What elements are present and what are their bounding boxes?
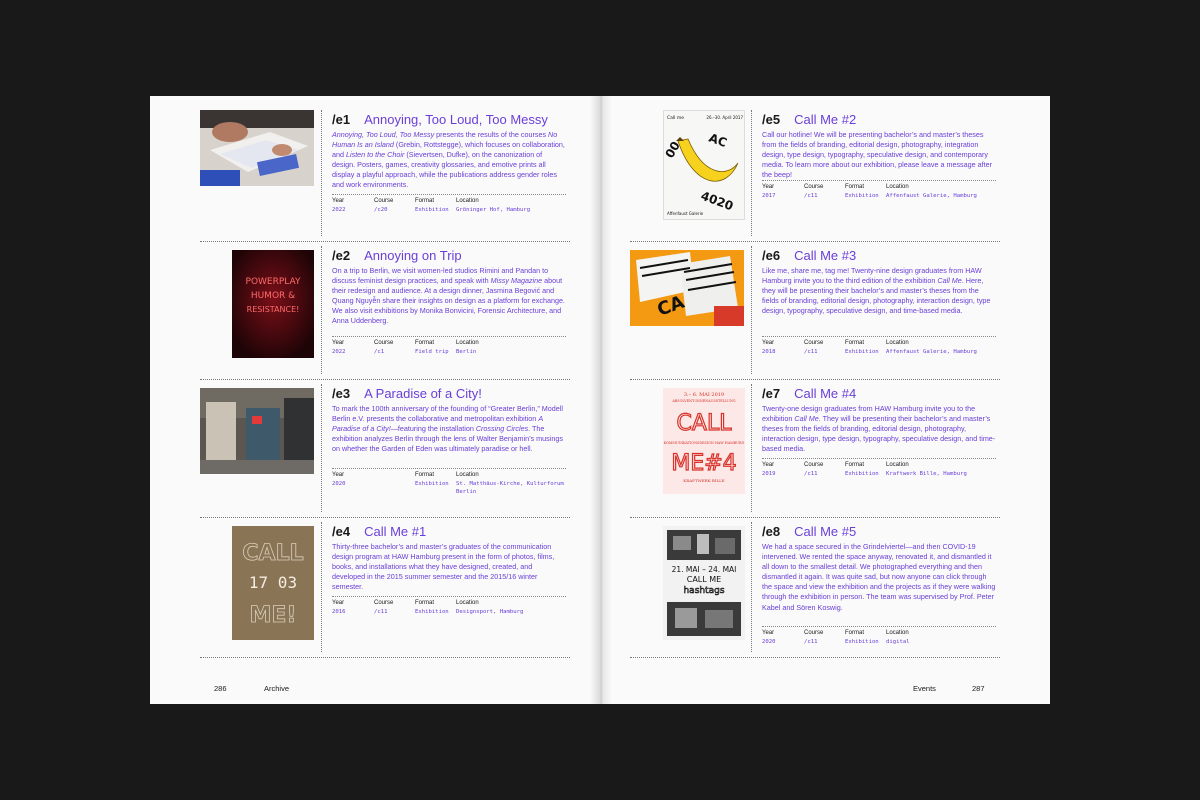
e2-body: On a trip to Berlin, we visit women-led …	[332, 266, 565, 326]
e5-poster-top: Call me	[667, 115, 684, 121]
entry-e4: CALL 17 03 ME! /e4 Call Me #1 Thirty-thre…	[200, 522, 570, 658]
e8-poster: 21. MAI – 24. MAI CALL ME hashtags	[663, 526, 745, 640]
e5-poster-footer: Affenfaust Galerie	[667, 211, 704, 216]
e6-title: /e6 Call Me #3	[762, 248, 857, 263]
e2-neon-line-1: POWERPLAY	[246, 277, 301, 287]
e3-title: /e3 A Paradise of a City!	[332, 386, 482, 401]
e1-meta: Year 2022 Course/c20 Format Exhibition Loc…	[332, 194, 566, 213]
e4-title: /e4 Call Me #1	[332, 524, 427, 539]
left-running-head: Archive	[264, 684, 290, 693]
entry-e2: POWERPLAY HUMOR & RESISTANCE! /e2 Annoyin…	[200, 246, 570, 380]
entry-e1: /e1 Annoying, Too Loud, Too Messy Annoyin…	[200, 110, 570, 242]
e2-title: /e2 Annoying on Trip	[332, 248, 462, 263]
e7-poster-big-1: CALL	[677, 411, 733, 436]
e6-meta: Year 2018 Course/c11 Format Exhibition Loc…	[762, 336, 996, 355]
e7-meta: Year 2019 Course/c11 Format Exhibition Loc…	[762, 458, 996, 477]
e3-body: To mark the 100th anniversary of the fou…	[332, 404, 563, 454]
right-page-number: 287	[972, 684, 985, 693]
e5-poster-dates: 26.–30. April 2017	[706, 115, 743, 120]
e4-poster-line-2: 17 03	[249, 573, 297, 592]
e2-meta: Year 2022 Course/c1 Format Field trip Loca…	[332, 336, 566, 355]
entry-e5: Call me 26.–30. April 2017 00 AC 4020 Af…	[630, 110, 1000, 242]
e7-poster-top: 3.– 6. MAI 2019	[684, 392, 724, 398]
e8-meta: Year 2020 Course/c11 Format Exhibition Loc…	[762, 626, 996, 645]
e1-photo	[200, 110, 314, 186]
left-page-number: 286	[214, 684, 227, 693]
e3-meta: Year 2020 Format Exhibition Location St. Ma…	[332, 468, 566, 495]
entry-e8: 21. MAI – 24. MAI CALL ME hashtags /e8 Ca…	[630, 522, 1000, 658]
e6-body: Like me, share me, tag me! Twenty-nine d…	[762, 266, 991, 316]
e5-body: Call our hotline! We will be presenting …	[762, 130, 993, 180]
e7-poster-big-2: ME#4	[671, 451, 736, 476]
e2-neon-photo: POWERPLAY HUMOR & RESISTANCE!	[232, 250, 314, 358]
e5-title: /e5 Call Me #2	[762, 112, 857, 127]
e4-meta: Year 2016 Course/c11 Format Exhibition Loc…	[332, 596, 566, 615]
book-spine-shadow	[590, 96, 612, 704]
entry-e7: 3.– 6. MAI 2019 ABSOLVENT:INNENAUSSTELLU…	[630, 384, 1000, 518]
e4-poster: CALL 17 03 ME!	[232, 526, 314, 640]
e6-photo: CA	[630, 250, 744, 326]
e7-poster-sub: ABSOLVENT:INNENAUSSTELLUNG	[671, 399, 736, 403]
e8-poster-dates: 21. MAI – 24. MAI	[672, 565, 737, 574]
left-page: /e1 Annoying, Too Loud, Too Messy Annoyin…	[150, 96, 600, 704]
right-page: Call me 26.–30. April 2017 00 AC 4020 Af…	[600, 96, 1050, 704]
entry-e6: CA /e6 Call Me #3 Like me, share me, tag …	[630, 246, 1000, 380]
e2-neon-line-3: RESISTANCE!	[247, 305, 300, 314]
e3-photo	[200, 388, 314, 474]
entry-e3: /e3 A Paradise of a City! To mark the 100…	[200, 384, 570, 518]
e7-poster-bottom: KRAFTWERK BILLE	[683, 478, 724, 483]
e1-body: Annoying, Too Loud, Too Messy presents t…	[332, 130, 565, 190]
e1-title: /e1 Annoying, Too Loud, Too Messy	[332, 112, 548, 127]
e7-title: /e7 Call Me #4	[762, 386, 857, 401]
e4-body: Thirty-three bachelor’s and master’s gra…	[332, 542, 555, 592]
e4-poster-line-3: ME!	[250, 603, 297, 628]
e2-neon-line-2: HUMOR &	[251, 291, 295, 301]
e5-meta: Year 2017 Course/c11 Format Exhibition Loc…	[762, 180, 996, 199]
right-running-head: Events	[913, 684, 936, 693]
e7-poster-mid: KOMMUNIKATIONSDESIGN HAW HAMBURG	[664, 441, 745, 445]
e7-poster: 3.– 6. MAI 2019 ABSOLVENT:INNENAUSSTELLU…	[663, 388, 745, 494]
e5-banana-poster: Call me 26.–30. April 2017 00 AC 4020 Af…	[663, 110, 745, 220]
e8-poster-hashtags: hashtags	[683, 586, 724, 596]
e4-poster-line-1: CALL	[242, 541, 303, 566]
e8-body: We had a space secured in the Grindelvie…	[762, 542, 996, 612]
e8-poster-callme: CALL ME	[687, 575, 721, 584]
e8-title: /e8 Call Me #5	[762, 524, 857, 539]
e7-body: Twenty-one design graduates from HAW Ham…	[762, 404, 996, 454]
